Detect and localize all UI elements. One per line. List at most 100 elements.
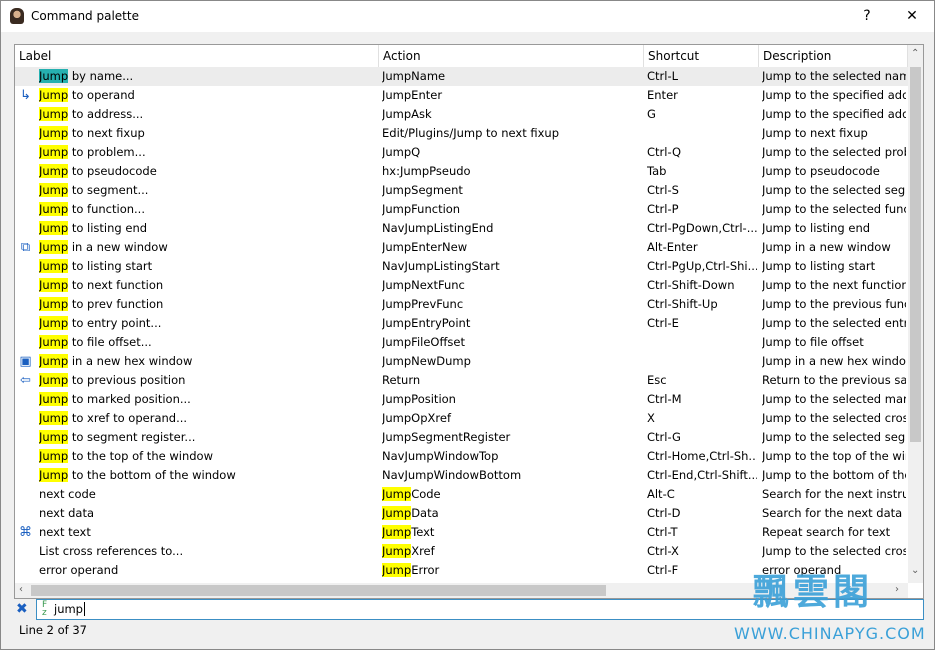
description-cell: Jump to pseudocode bbox=[762, 164, 880, 178]
column-header-description[interactable]: Description bbox=[759, 45, 908, 67]
description-cell: Repeat search for text bbox=[762, 525, 891, 539]
label-rest: to pseudocode bbox=[68, 164, 157, 178]
description-cell: Jump to the selected function bbox=[762, 202, 906, 216]
shortcut-cell: Ctrl-Shift-Down bbox=[647, 278, 735, 292]
jump-arrow-icon: ↳ bbox=[20, 88, 31, 103]
table-row[interactable]: Jump to file offset... JumpFileOffset Jump… bbox=[15, 333, 908, 352]
column-header-action[interactable]: Action bbox=[379, 45, 644, 67]
action-rest: Code bbox=[411, 487, 441, 501]
table-row[interactable]: Jump to the top of the window NavJumpWind… bbox=[15, 447, 908, 466]
table-row[interactable]: Jump to pseudocode hx:JumpPseudo Tab Jump t… bbox=[15, 162, 908, 181]
label-cell: Jump to address... bbox=[39, 105, 377, 124]
table-row[interactable]: Jump to xref to operand... JumpOpXref X Jum… bbox=[15, 409, 908, 428]
table-row[interactable]: Jump to entry point... JumpEntryPoint Ctrl… bbox=[15, 314, 908, 333]
description-cell: Jump in a new hex window bbox=[762, 354, 906, 368]
table-row[interactable]: Jump to address... JumpAsk G Jump to the sp… bbox=[15, 105, 908, 124]
action-cell: Edit/Plugins/Jump to next fixup bbox=[382, 126, 560, 140]
scroll-right-icon[interactable]: › bbox=[895, 584, 899, 595]
scroll-up-icon[interactable]: ⌃ bbox=[911, 48, 919, 59]
match-highlight: Jump bbox=[39, 126, 69, 140]
scroll-left-icon[interactable]: ‹ bbox=[19, 584, 23, 595]
table-row[interactable]: Jump to the bottom of the window NavJumpW… bbox=[15, 466, 908, 485]
action-cell: JumpAsk bbox=[382, 107, 432, 121]
table-row[interactable]: Jump to listing start NavJumpListingStart… bbox=[15, 257, 908, 276]
shortcut-cell: Ctrl-P bbox=[647, 202, 679, 216]
match-highlight: Jump bbox=[39, 164, 69, 178]
help-button[interactable]: ? bbox=[852, 5, 882, 27]
label-cell: Jump to pseudocode bbox=[39, 162, 377, 181]
match-highlight: Jump bbox=[39, 107, 69, 121]
shortcut-cell: X bbox=[647, 411, 655, 425]
action-cell: JumpSegmentRegister bbox=[382, 430, 511, 444]
new-window-jump-icon: ⧉ bbox=[20, 240, 31, 255]
label-cell: Jump to problem... bbox=[39, 143, 377, 162]
description-cell: Jump to the bottom of the window bbox=[762, 468, 906, 482]
table-row[interactable]: ⌘ next text JumpText Ctrl-T Repeat search fo… bbox=[15, 523, 908, 542]
table-row[interactable]: Jump to next function JumpNextFunc Ctrl-Sh… bbox=[15, 276, 908, 295]
table-row[interactable]: Jump to prev function JumpPrevFunc Ctrl-Sh… bbox=[15, 295, 908, 314]
label-rest: to file offset... bbox=[68, 335, 152, 349]
table-row[interactable]: ↳ Jump to operand JumpEnter Enter Jump to th… bbox=[15, 86, 908, 105]
action-cell: JumpData bbox=[382, 504, 642, 523]
label-cell: Jump to listing end bbox=[39, 219, 377, 238]
clear-icon[interactable]: ✖ bbox=[16, 601, 28, 617]
column-header-shortcut[interactable]: Shortcut bbox=[644, 45, 759, 67]
shortcut-cell: Tab bbox=[647, 164, 667, 178]
match-highlight: Jump bbox=[39, 449, 69, 463]
match-highlight: Jump bbox=[39, 411, 69, 425]
fuzzy-filter-icon[interactable]: Fz bbox=[42, 601, 47, 618]
table-row[interactable]: Jump by name... JumpName Ctrl-L Jump to the… bbox=[15, 67, 908, 86]
match-highlight: Jump bbox=[382, 563, 412, 577]
label-cell: Jump to previous position bbox=[39, 371, 377, 390]
table-row[interactable]: ⧉ Jump in a new window JumpEnterNew Alt-Ent… bbox=[15, 238, 908, 257]
hex-window-icon: ▣ bbox=[19, 354, 32, 369]
vertical-scrollbar[interactable]: ⌃ ⌄ bbox=[908, 45, 923, 583]
description-cell: Search for the next data item bbox=[762, 506, 906, 520]
table-row[interactable]: next code JumpCode Alt-C Search for the nex… bbox=[15, 485, 908, 504]
label-rest: to operand bbox=[68, 88, 135, 102]
table-row[interactable]: Jump to segment register... JumpSegmentRe… bbox=[15, 428, 908, 447]
label-rest: to segment register... bbox=[68, 430, 196, 444]
label-rest: to prev function bbox=[68, 297, 164, 311]
horizontal-scroll-thumb[interactable] bbox=[31, 585, 606, 596]
label-cell: Jump in a new hex window bbox=[39, 352, 377, 371]
title-bar: Command palette ? ✕ bbox=[1, 1, 934, 32]
description-cell: Jump to the top of the window bbox=[762, 449, 906, 463]
match-highlight: Jump bbox=[382, 525, 412, 539]
table-row[interactable]: Jump to problem... JumpQ Ctrl-Q Jump to the… bbox=[15, 143, 908, 162]
table-row[interactable]: Jump to function... JumpFunction Ctrl-P Jum… bbox=[15, 200, 908, 219]
shortcut-cell: Ctrl-Shift-Up bbox=[647, 297, 718, 311]
label-rest: to marked position... bbox=[68, 392, 191, 406]
description-cell: Jump to the selected cross reference bbox=[762, 544, 906, 558]
match-highlight: Jump bbox=[39, 69, 69, 83]
shortcut-cell: Ctrl-Q bbox=[647, 145, 682, 159]
description-cell: Jump to file offset bbox=[762, 335, 864, 349]
table-row[interactable]: Jump to next fixup Edit/Plugins/Jump to n… bbox=[15, 124, 908, 143]
table-row[interactable]: Jump to segment... JumpSegment Ctrl-S Jump … bbox=[15, 181, 908, 200]
table-row[interactable]: Jump to marked position... JumpPosition Ct… bbox=[15, 390, 908, 409]
action-cell: JumpCode bbox=[382, 485, 642, 504]
table-row[interactable]: List cross references to... JumpXref Ctrl-… bbox=[15, 542, 908, 561]
scroll-down-icon[interactable]: ⌄ bbox=[911, 565, 919, 576]
watermark-logo: 飄雲閣 bbox=[753, 572, 874, 613]
action-cell: Return bbox=[382, 373, 421, 387]
table-row[interactable]: ⇦ Jump to previous position Return Esc Retur… bbox=[15, 371, 908, 390]
table-row[interactable]: next data JumpData Ctrl-D Search for the ne… bbox=[15, 504, 908, 523]
close-button[interactable]: ✕ bbox=[897, 5, 927, 27]
label-cell: Jump to xref to operand... bbox=[39, 409, 377, 428]
label-rest: to next function bbox=[68, 278, 164, 292]
vertical-scroll-thumb[interactable] bbox=[910, 67, 921, 442]
back-arrow-icon: ⇦ bbox=[20, 373, 31, 388]
label-cell: next data bbox=[39, 506, 95, 520]
action-cell: JumpText bbox=[382, 523, 642, 542]
match-highlight: Jump bbox=[39, 88, 69, 102]
search-value[interactable]: jump bbox=[54, 602, 85, 616]
column-header-label[interactable]: Label bbox=[15, 45, 379, 67]
table-row[interactable]: Jump to listing end NavJumpListingEnd Ctrl… bbox=[15, 219, 908, 238]
label-cell: Jump to segment... bbox=[39, 181, 377, 200]
action-rest: Error bbox=[411, 563, 440, 577]
description-cell: Jump to listing start bbox=[762, 259, 876, 273]
table-row[interactable]: ▣ Jump in a new hex window JumpNewDump Jump… bbox=[15, 352, 908, 371]
shortcut-cell: Ctrl-S bbox=[647, 183, 679, 197]
match-highlight: Jump bbox=[39, 468, 69, 482]
